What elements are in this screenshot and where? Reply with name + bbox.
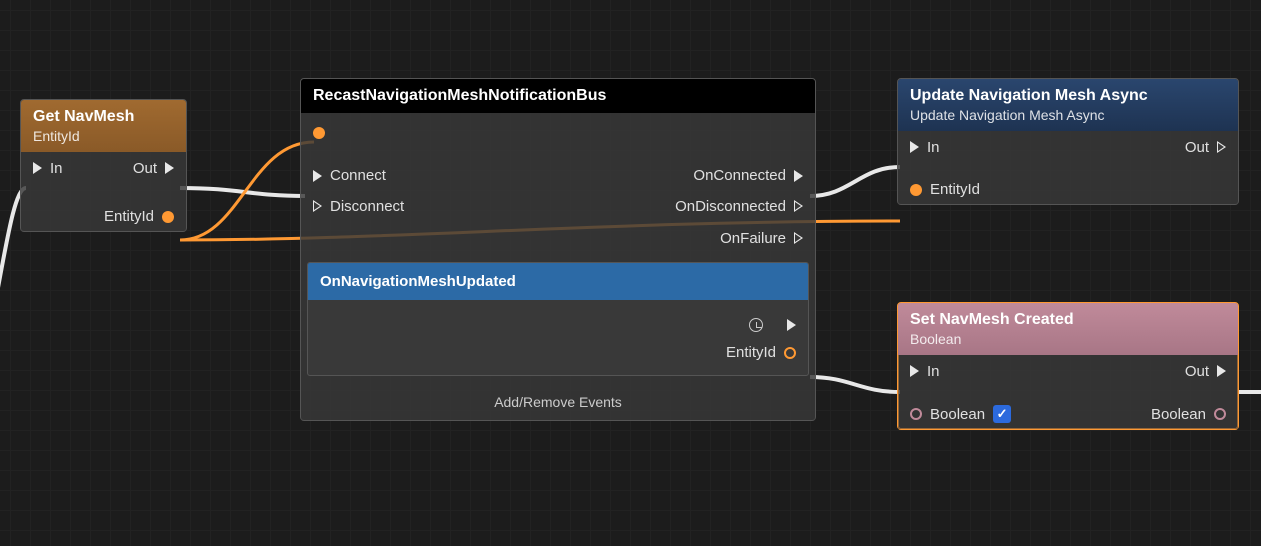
port-out[interactable]: Out [1185,363,1226,380]
port-boolean-out[interactable]: Boolean [1151,406,1226,423]
node-header: RecastNavigationMeshNotificationBus [301,79,815,113]
node-title: Update Navigation Mesh Async [910,87,1226,105]
port-out[interactable]: Out [133,160,174,177]
node-set-navmesh-created[interactable]: Set NavMesh Created Boolean In Out Boole… [897,302,1239,430]
event-section: OnNavigationMeshUpdated EntityId [307,262,809,376]
boolean-checkbox[interactable]: ✓ [993,405,1011,423]
clock-icon [749,318,763,332]
port-onconnected[interactable]: OnConnected [693,167,803,184]
port-event-entityid[interactable]: EntityId [726,344,796,361]
event-title: OnNavigationMeshUpdated [308,263,808,300]
node-header: Update Navigation Mesh Async Update Navi… [898,79,1238,131]
node-notification-bus[interactable]: RecastNavigationMeshNotificationBus Conn… [300,78,816,421]
node-update-navmesh-async[interactable]: Update Navigation Mesh Async Update Navi… [897,78,1239,205]
port-in[interactable]: In [33,160,63,177]
port-entityid-in[interactable]: EntityId [910,181,980,198]
node-subtitle: EntityId [33,128,174,144]
port-event-exec-out[interactable] [749,318,796,332]
port-in[interactable]: In [910,139,940,156]
port-onfailure[interactable]: OnFailure [720,230,803,247]
node-header: Set NavMesh Created Boolean [898,303,1238,355]
port-source-in[interactable] [313,127,325,139]
node-title: Set NavMesh Created [910,311,1226,329]
node-subtitle: Boolean [910,331,1226,347]
port-connect[interactable]: Connect [313,167,386,184]
node-get-navmesh[interactable]: Get NavMesh EntityId In Out EntityId [20,99,187,232]
port-entityid-out[interactable]: EntityId [104,208,174,225]
port-boolean-in[interactable]: Boolean ✓ [910,405,1011,423]
node-subtitle: Update Navigation Mesh Async [910,107,1226,123]
node-title: Get NavMesh [33,108,174,126]
port-ondisconnected[interactable]: OnDisconnected [675,198,803,215]
port-in[interactable]: In [910,363,940,380]
node-header: Get NavMesh EntityId [21,100,186,152]
port-disconnect[interactable]: Disconnect [313,198,404,215]
node-title: RecastNavigationMeshNotificationBus [313,87,803,105]
port-out[interactable]: Out [1185,139,1226,156]
add-remove-events-button[interactable]: Add/Remove Events [301,384,815,420]
